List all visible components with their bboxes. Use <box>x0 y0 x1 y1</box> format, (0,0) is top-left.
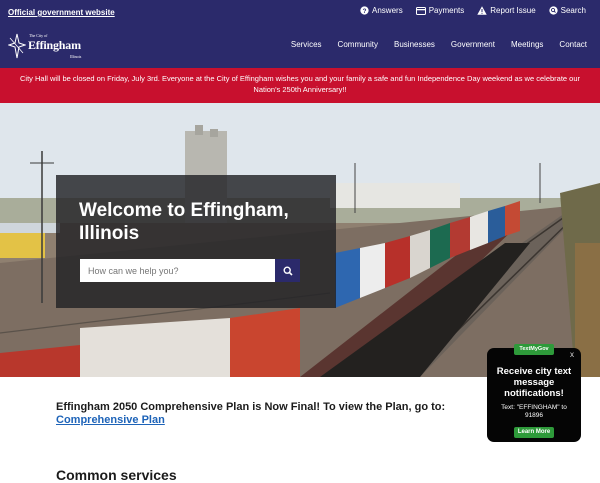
nav-government[interactable]: Government <box>451 40 495 49</box>
textmygov-learn-more-button[interactable]: Learn More <box>514 427 554 438</box>
textmygov-instructions: Text: "EFFINGHAM" to 91896 <box>501 404 567 419</box>
comprehensive-plan-notice: Effingham 2050 Comprehensive Plan is Now… <box>56 401 490 427</box>
alert-banner: City Hall will be closed on Friday, July… <box>0 68 600 103</box>
star-logo-icon <box>8 33 26 59</box>
main-navigation: The City of Effingham Illinois Services … <box>0 24 600 68</box>
nav-services[interactable]: Services <box>291 40 322 49</box>
common-services-heading: Common services <box>56 467 177 483</box>
search-icon <box>549 6 558 15</box>
nav-community[interactable]: Community <box>338 40 378 49</box>
answers-link[interactable]: ? Answers <box>360 6 403 15</box>
city-logo[interactable]: The City of Effingham Illinois <box>8 32 88 60</box>
warning-icon <box>477 6 487 15</box>
hero-welcome-panel: Welcome to Effingham, Illinois <box>56 175 336 308</box>
official-government-link[interactable]: Official government website <box>8 8 115 17</box>
hero-section: Welcome to Effingham, Illinois <box>0 103 600 377</box>
primary-nav-links: Services Community Businesses Government… <box>291 40 587 49</box>
svg-text:?: ? <box>363 8 367 15</box>
logo-city-name: Effingham <box>28 38 81 52</box>
utility-links: ? Answers Payments Report Issue Search <box>360 6 586 15</box>
search-icon <box>282 265 293 276</box>
report-issue-label: Report Issue <box>490 6 536 15</box>
notice-text: Effingham 2050 Comprehensive Plan is Now… <box>56 401 446 413</box>
search-label: Search <box>560 6 586 15</box>
hero-title: Welcome to Effingham, Illinois <box>79 200 289 244</box>
card-icon <box>415 6 426 15</box>
report-issue-link[interactable]: Report Issue <box>477 6 536 15</box>
nav-businesses[interactable]: Businesses <box>394 40 435 49</box>
hero-search-button[interactable] <box>275 259 300 282</box>
textmygov-logo: TextMyGov <box>514 344 554 355</box>
alert-text: City Hall will be closed on Friday, July… <box>19 74 581 94</box>
top-utility-bar: Official government website ? Answers Pa… <box>0 0 600 24</box>
hero-search-input[interactable] <box>80 259 275 282</box>
textmygov-close-button[interactable]: x <box>570 350 574 359</box>
nav-contact[interactable]: Contact <box>559 40 587 49</box>
textmygov-heading: Receive city text message notifications! <box>496 366 572 399</box>
question-circle-icon: ? <box>360 6 369 15</box>
payments-label: Payments <box>428 6 465 15</box>
nav-meetings[interactable]: Meetings <box>511 40 543 49</box>
answers-label: Answers <box>372 6 403 15</box>
textmygov-widget[interactable]: TextMyGov x Receive city text message no… <box>487 344 581 442</box>
search-link[interactable]: Search <box>549 6 586 15</box>
payments-link[interactable]: Payments <box>415 6 465 15</box>
logo-state: Illinois <box>70 54 82 59</box>
comprehensive-plan-link[interactable]: Comprehensive Plan <box>56 414 165 426</box>
